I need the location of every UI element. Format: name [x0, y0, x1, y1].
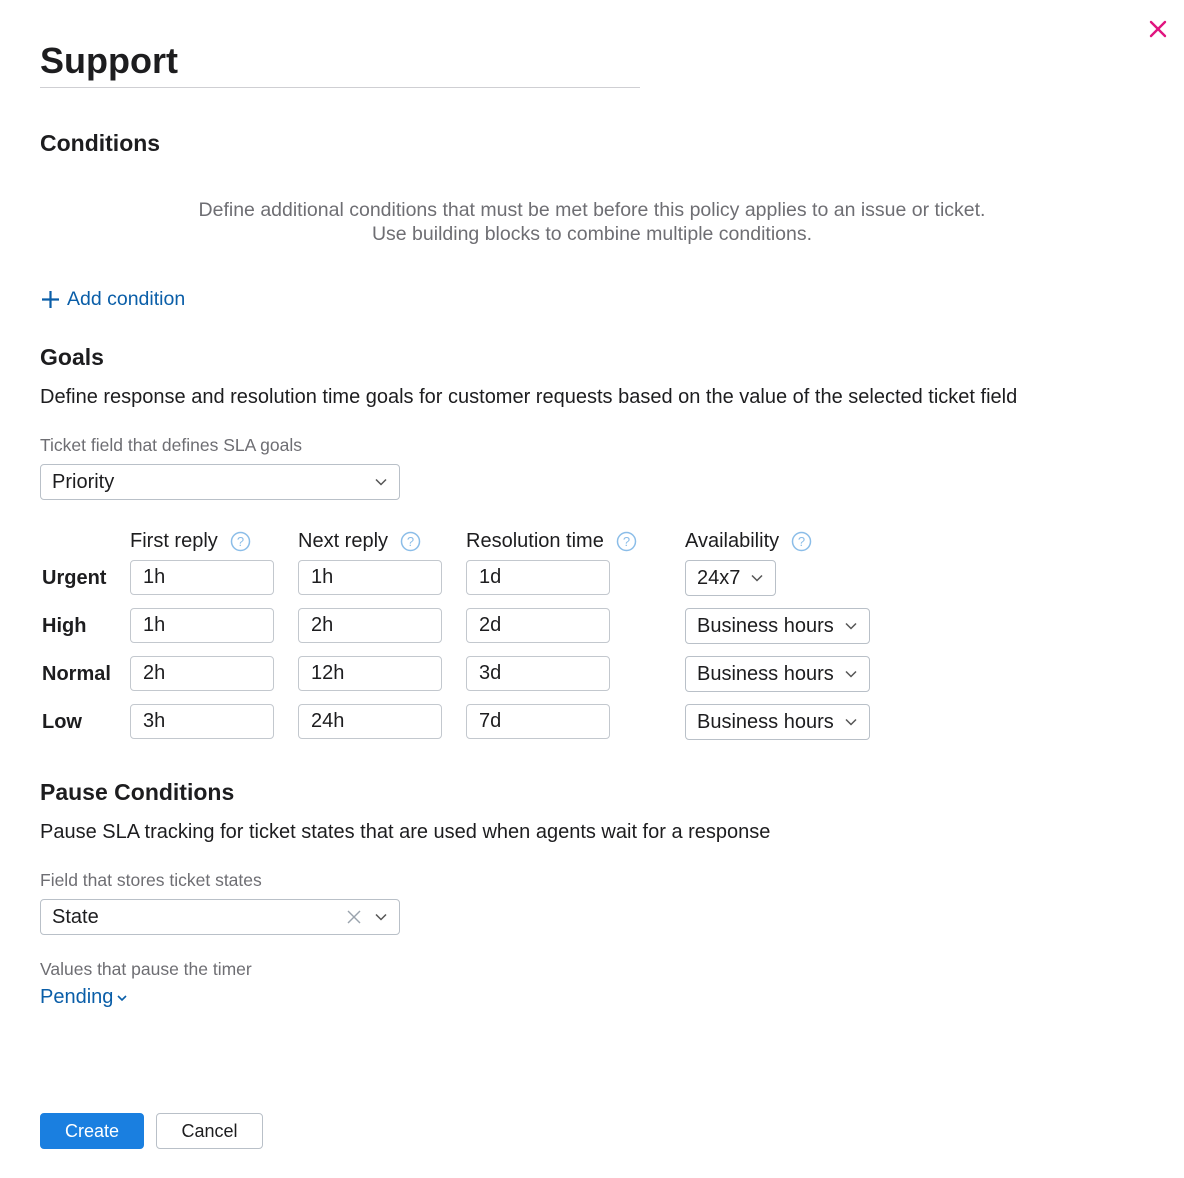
create-button[interactable]: Create [40, 1113, 144, 1149]
row-label-low: Low [42, 711, 82, 733]
help-icon[interactable]: ? [791, 531, 812, 552]
close-button[interactable] [1145, 16, 1171, 42]
pause-values-label: Values that pause the timer [40, 959, 252, 979]
high-availability-select[interactable]: Business hours [685, 608, 870, 644]
normal-availability-value: Business hours [697, 662, 834, 685]
column-resolution-time-label: Resolution time [466, 529, 604, 552]
high-resolution-input[interactable]: 2d [466, 608, 610, 643]
conditions-description-line2: Use building blocks to combine multiple … [371, 223, 813, 245]
pause-values-dropdown[interactable]: Pending [40, 986, 128, 1009]
normal-first-reply-input[interactable]: 2h [130, 656, 274, 691]
urgent-availability-value: 24x7 [697, 566, 741, 589]
clear-icon[interactable] [346, 909, 362, 925]
normal-resolution-input[interactable]: 3d [466, 656, 610, 691]
help-icon[interactable]: ? [230, 531, 251, 552]
high-availability-value: Business hours [697, 614, 834, 637]
goals-heading: Goals [40, 344, 104, 370]
column-availability: Availability ? [685, 528, 812, 554]
chevron-down-icon [845, 622, 857, 630]
column-first-reply: First reply ? [130, 528, 251, 554]
state-field-label: Field that stores ticket states [40, 870, 262, 890]
low-availability-select[interactable]: Business hours [685, 704, 870, 740]
column-resolution-time: Resolution time ? [466, 528, 637, 554]
add-condition-button[interactable]: Add condition [40, 286, 185, 312]
sla-field-value: Priority [52, 470, 115, 493]
chevron-down-icon [375, 478, 387, 486]
low-availability-value: Business hours [697, 710, 834, 733]
pause-conditions-description: Pause SLA tracking for ticket states tha… [40, 821, 771, 843]
column-first-reply-label: First reply [130, 529, 218, 552]
low-resolution-input[interactable]: 7d [466, 704, 610, 739]
high-next-reply-input[interactable]: 2h [298, 608, 442, 643]
svg-text:?: ? [237, 534, 244, 549]
column-availability-label: Availability [685, 529, 780, 552]
urgent-availability-select[interactable]: 24x7 [685, 560, 777, 596]
help-icon[interactable]: ? [400, 531, 421, 552]
urgent-next-reply-input[interactable]: 1h [298, 560, 442, 595]
low-next-reply-input[interactable]: 24h [298, 704, 442, 739]
pause-values-value: Pending [40, 986, 114, 1008]
add-condition-label: Add condition [67, 287, 186, 310]
normal-availability-select[interactable]: Business hours [685, 656, 870, 692]
svg-text:?: ? [798, 534, 805, 549]
chevron-down-icon [117, 994, 127, 1001]
column-next-reply: Next reply ? [298, 528, 421, 554]
cancel-button[interactable]: Cancel [156, 1113, 263, 1149]
urgent-first-reply-input[interactable]: 1h [130, 560, 274, 595]
row-label-high: High [42, 615, 87, 637]
state-field-select[interactable]: State [40, 899, 400, 935]
state-field-value: State [52, 905, 99, 928]
column-next-reply-label: Next reply [298, 529, 389, 552]
help-icon[interactable]: ? [616, 531, 637, 552]
urgent-resolution-input[interactable]: 1d [466, 560, 610, 595]
page-title: Support [40, 40, 178, 81]
chevron-down-icon [375, 913, 387, 921]
row-label-normal: Normal [42, 663, 111, 685]
close-icon[interactable] [1145, 16, 1171, 42]
chevron-down-icon [845, 670, 857, 678]
sla-field-select[interactable]: Priority [40, 464, 400, 500]
plus-icon [42, 290, 59, 308]
svg-text:?: ? [623, 534, 630, 549]
sla-field-label: Ticket field that defines SLA goals [40, 435, 303, 455]
title-divider [40, 87, 640, 88]
svg-text:?: ? [407, 534, 414, 549]
conditions-heading: Conditions [40, 130, 161, 156]
chevron-down-icon [845, 718, 857, 726]
chevron-down-icon [751, 574, 763, 582]
high-first-reply-input[interactable]: 1h [130, 608, 274, 643]
conditions-description-line1: Define additional conditions that must b… [198, 199, 986, 221]
normal-next-reply-input[interactable]: 12h [298, 656, 442, 691]
low-first-reply-input[interactable]: 3h [130, 704, 274, 739]
pause-conditions-heading: Pause Conditions [40, 779, 235, 805]
goals-description: Define response and resolution time goal… [40, 386, 1018, 408]
row-label-urgent: Urgent [42, 567, 107, 589]
